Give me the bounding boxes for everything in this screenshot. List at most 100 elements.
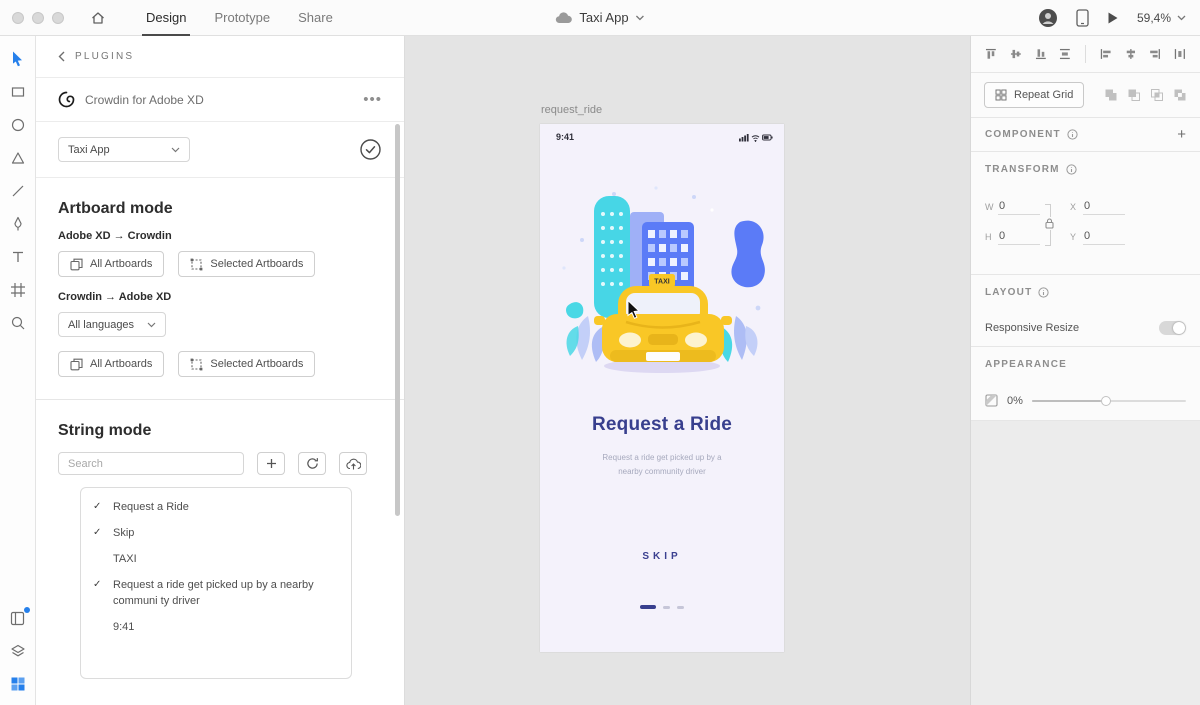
plugin-title-row: Crowdin for Adobe XD ••• [36, 78, 404, 122]
onboarding-heading[interactable]: Request a Ride [540, 414, 784, 436]
onboarding-subtitle[interactable]: Request a ride get picked up by a nearby… [540, 451, 784, 479]
string-list-item[interactable]: ✓ Skip [81, 521, 351, 547]
taxi-illustration[interactable]: TAXI [552, 182, 772, 382]
info-icon[interactable] [1038, 286, 1049, 298]
opacity-slider[interactable] [1031, 395, 1186, 406]
plugins-panel: PLUGINS Crowdin for Adobe XD ••• Taxi Ap… [36, 36, 405, 705]
y-field-label: Y [1070, 231, 1077, 242]
responsive-resize-toggle[interactable] [1159, 320, 1186, 335]
string-list-item[interactable]: ✓ Request a Ride [81, 495, 351, 521]
distribute-vertical-icon[interactable] [1058, 47, 1072, 61]
line-tool[interactable] [9, 182, 27, 200]
add-string-button[interactable] [257, 452, 285, 475]
project-select[interactable]: Taxi App [58, 137, 190, 162]
plugins-header-label: PLUGINS [75, 51, 135, 62]
text-tool[interactable] [9, 248, 27, 266]
align-vcenter-icon[interactable] [1009, 47, 1023, 61]
canvas[interactable]: request_ride 9:41 TAXI Request a Ride Re… [405, 36, 970, 705]
chevron-down-icon [171, 147, 180, 152]
crowdin-logo [58, 91, 75, 108]
home-button[interactable] [90, 10, 106, 26]
document-title-menu[interactable]: Taxi App [555, 10, 645, 25]
selection-marquee-icon [190, 358, 203, 370]
search-input[interactable] [58, 452, 244, 475]
back-chevron-icon[interactable] [58, 51, 65, 62]
tab-share[interactable]: Share [284, 0, 347, 36]
select-tool[interactable] [9, 50, 27, 68]
status-icons [739, 133, 773, 142]
direction-push-label: Adobe XD → Crowdin [58, 230, 172, 242]
page-dot [677, 605, 684, 609]
tools-toolbar [0, 36, 36, 705]
device-preview-icon[interactable] [1076, 8, 1089, 27]
skip-button[interactable]: SKIP [540, 551, 784, 562]
height-input[interactable] [998, 228, 1040, 245]
ellipse-tool[interactable] [9, 116, 27, 134]
page-indicator[interactable] [540, 605, 784, 609]
lock-aspect-button[interactable] [1045, 217, 1054, 230]
zoom-control[interactable]: 59,4% [1137, 11, 1186, 25]
string-list-item[interactable]: TAXI [81, 547, 351, 573]
play-preview-icon[interactable] [1107, 11, 1119, 25]
align-hcenter-icon[interactable] [1124, 47, 1138, 61]
tab-prototype[interactable]: Prototype [200, 0, 284, 36]
panel-scrollbar[interactable] [395, 124, 400, 516]
string-text: Request a ride get picked up by a nearby… [113, 578, 314, 607]
pull-all-artboards-button[interactable]: All Artboards [58, 351, 165, 377]
assets-button[interactable] [9, 675, 27, 693]
tab-design[interactable]: Design [132, 0, 200, 36]
layers-button[interactable] [9, 642, 27, 660]
info-icon[interactable] [1067, 129, 1078, 140]
push-selected-artboards-button[interactable]: Selected Artboards [178, 251, 316, 277]
boolean-subtract-icon[interactable] [1127, 88, 1141, 102]
upload-strings-button[interactable] [339, 452, 367, 475]
align-right-icon[interactable] [1148, 47, 1162, 61]
push-all-artboards-button[interactable]: All Artboards [58, 251, 165, 277]
push-all-artboards-label: All Artboards [90, 258, 153, 270]
align-bottom-icon[interactable] [1034, 47, 1048, 61]
x-input[interactable] [1083, 198, 1125, 215]
languages-select[interactable]: All languages [58, 312, 166, 337]
subtitle-line-2: nearby community driver [618, 467, 706, 476]
window-zoom-button[interactable] [52, 11, 64, 24]
boolean-intersect-icon[interactable] [1150, 88, 1164, 102]
refresh-strings-button[interactable] [298, 452, 326, 475]
appearance-section-header: APPEARANCE [971, 347, 1200, 381]
topbar: Design Prototype Share Taxi App 59,4% [0, 0, 1200, 36]
boolean-union-icon[interactable] [1104, 88, 1118, 102]
window-minimize-button[interactable] [32, 11, 44, 24]
artboard-name-label[interactable]: request_ride [541, 104, 602, 116]
string-list-item[interactable]: ✓ Request a ride get picked up by a near… [81, 573, 351, 615]
more-options-icon[interactable]: ••• [363, 91, 382, 108]
opacity-value: 0% [1007, 394, 1023, 407]
y-input[interactable] [1083, 228, 1125, 245]
plugins-panel-toggle[interactable] [9, 607, 30, 627]
polygon-tool[interactable] [9, 149, 27, 167]
copy-artboards-icon [70, 358, 83, 370]
artboard-request-ride[interactable]: 9:41 TAXI Request a Ride Request a ride … [540, 124, 784, 652]
align-top-icon[interactable] [984, 47, 998, 61]
info-icon[interactable] [1066, 163, 1077, 175]
mouse-cursor [627, 300, 641, 320]
width-input[interactable] [998, 198, 1040, 215]
opacity-slider-knob[interactable] [1101, 395, 1112, 406]
distribute-horizontal-icon[interactable] [1173, 47, 1187, 61]
notification-dot [23, 607, 30, 613]
align-left-icon[interactable] [1099, 47, 1113, 61]
rectangle-tool[interactable] [9, 83, 27, 101]
pull-selected-artboards-button[interactable]: Selected Artboards [178, 351, 316, 377]
pull-selected-artboards-label: Selected Artboards [210, 358, 304, 370]
boolean-exclude-icon[interactable] [1173, 88, 1187, 102]
phone-status-bar[interactable]: 9:41 [556, 132, 773, 142]
tab-share-label: Share [298, 9, 333, 25]
add-component-button[interactable]: + [1177, 126, 1186, 143]
zoom-tool[interactable] [9, 314, 27, 332]
pen-tool[interactable] [9, 215, 27, 233]
window-close-button[interactable] [12, 11, 24, 24]
artboard-tool[interactable] [9, 281, 27, 299]
account-avatar[interactable] [1038, 8, 1058, 28]
confirm-check-button[interactable] [359, 138, 382, 161]
repeat-grid-button[interactable]: Repeat Grid [984, 82, 1085, 108]
string-list-item[interactable]: 9:41 [81, 615, 351, 641]
chevron-down-icon [636, 15, 645, 20]
